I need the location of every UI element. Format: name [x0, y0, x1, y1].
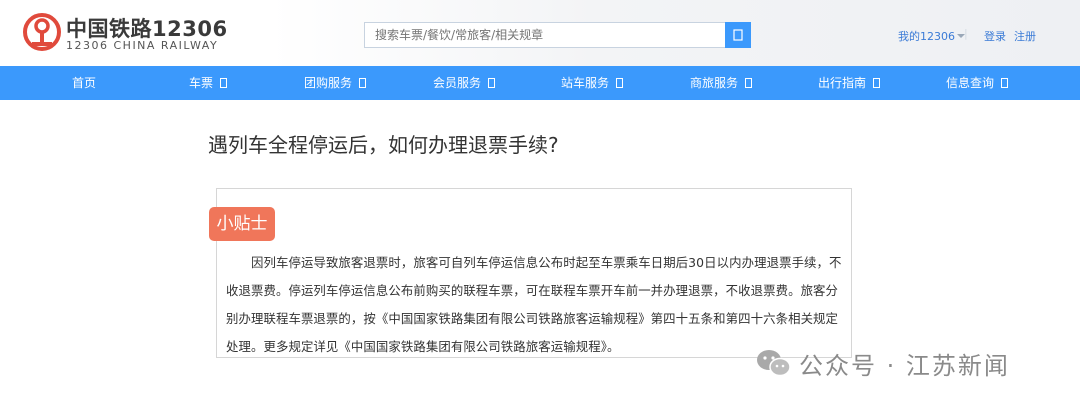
nav-item-info-query[interactable]: 信息查询	[946, 66, 1009, 100]
dropdown-icon	[220, 78, 228, 88]
page-title: 遇列车全程停运后，如何办理退票手续?	[208, 133, 559, 157]
nav-item-membership[interactable]: 会员服务	[433, 66, 496, 100]
dropdown-icon	[873, 78, 881, 88]
dropdown-icon	[1001, 78, 1009, 88]
divider: |	[964, 27, 968, 40]
login-link[interactable]: 登录	[984, 28, 1006, 44]
tip-body: 因列车停运导致旅客退票时，旅客可自列车停运信息公布时起至车票乘车日期后30日以内…	[226, 255, 842, 354]
watermark: 公众号 · 江苏新闻	[755, 345, 1010, 381]
tip-badge: 小贴士	[209, 207, 275, 241]
search-button[interactable]	[725, 22, 751, 48]
dropdown-icon	[745, 78, 753, 88]
dropdown-icon	[616, 78, 624, 88]
nav-item-station-services[interactable]: 站车服务	[561, 66, 624, 100]
dropdown-icon	[488, 78, 496, 88]
nav-item-group-buying[interactable]: 团购服务	[304, 66, 367, 100]
main-nav: 首页 车票 团购服务 会员服务 站车服务 商旅服务 出行指南 信息查询	[0, 66, 1080, 100]
wechat-icon	[757, 350, 791, 377]
brand-subtitle: 12306 CHINA RAILWAY	[66, 39, 219, 52]
nav-item-home[interactable]: 首页	[72, 66, 96, 100]
nav-item-business-travel[interactable]: 商旅服务	[690, 66, 753, 100]
search-icon	[733, 29, 743, 41]
register-link[interactable]: 注册	[1014, 28, 1036, 44]
search-input[interactable]	[364, 22, 725, 48]
railway-logo-icon[interactable]	[22, 12, 62, 52]
nav-item-tickets[interactable]: 车票	[189, 66, 228, 100]
watermark-text: 公众号 · 江苏新闻	[799, 351, 1010, 380]
dropdown-icon	[359, 78, 367, 88]
site-header: 中国铁路12306 12306 CHINA RAILWAY 我的12306 | …	[0, 0, 1080, 66]
nav-item-travel-guide[interactable]: 出行指南	[818, 66, 881, 100]
search-bar	[364, 22, 751, 48]
my-account-link[interactable]: 我的12306	[898, 28, 955, 44]
